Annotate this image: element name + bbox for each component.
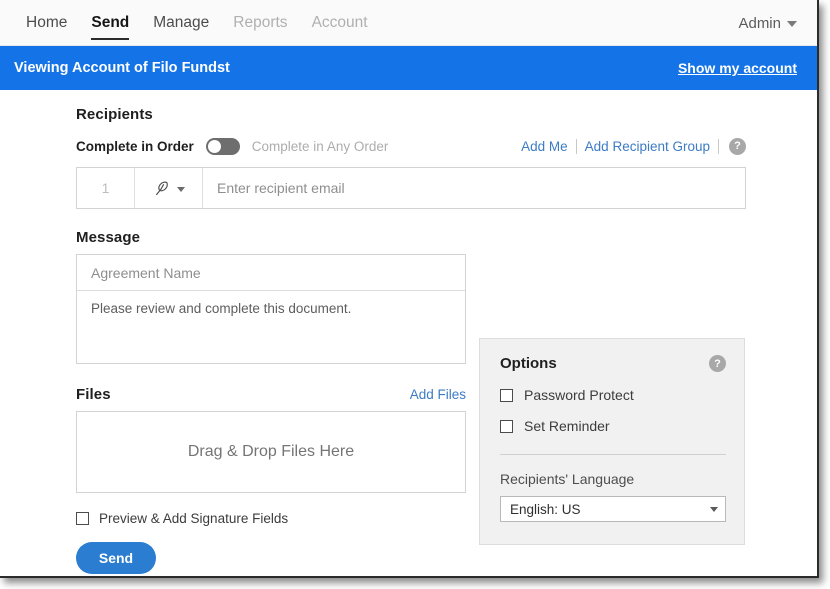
divider — [718, 138, 719, 154]
recipients-language-label: Recipients' Language — [500, 471, 635, 487]
add-recipient-group-link[interactable]: Add Recipient Group — [577, 139, 718, 154]
recipient-index: 1 — [77, 168, 135, 208]
recipients-order-row: Complete in Order Complete in Any Order … — [76, 133, 746, 159]
recipient-role-selector[interactable] — [135, 168, 203, 208]
message-section-title: Message — [76, 229, 141, 246]
set-reminder-label: Set Reminder — [524, 418, 610, 434]
set-reminder-checkbox[interactable] — [500, 419, 513, 433]
preview-checkbox[interactable] — [76, 512, 89, 525]
viewing-account-name: Filo Fundst — [151, 60, 230, 76]
main-content: Recipients Complete in Order Complete in… — [0, 90, 817, 574]
top-navigation-bar: Home Send Manage Reports Account Admin — [0, 0, 817, 46]
agreement-name-input[interactable] — [77, 255, 465, 291]
recipients-language-select[interactable]: English: US — [500, 496, 726, 522]
options-help-icon[interactable]: ? — [709, 355, 726, 372]
password-protect-label: Password Protect — [524, 387, 634, 403]
viewing-account-text: Viewing Account of Filo Fundst — [14, 60, 230, 76]
recipient-email-input[interactable] — [203, 168, 745, 208]
recipient-row: 1 — [76, 167, 746, 209]
admin-menu[interactable]: Admin — [738, 0, 797, 46]
nav-item-send-label: Send — [91, 13, 130, 31]
show-my-account-link[interactable]: Show my account — [678, 60, 803, 76]
files-section: Files Add Files Drag & Drop Files Here — [76, 386, 466, 493]
complete-in-order-label: Complete in Order — [76, 138, 194, 154]
chevron-down-icon — [787, 21, 797, 27]
password-protect-checkbox[interactable] — [500, 388, 513, 402]
toggle-knob — [207, 139, 221, 153]
set-reminder-row[interactable]: Set Reminder — [500, 418, 726, 434]
complete-any-order-label: Complete in Any Order — [251, 138, 389, 154]
nav-item-home[interactable]: Home — [14, 0, 79, 46]
nav-item-manage[interactable]: Manage — [141, 0, 221, 46]
preview-checkbox-label: Preview & Add Signature Fields — [99, 511, 289, 526]
viewing-account-prefix: Viewing Account of — [14, 60, 152, 76]
options-divider — [500, 454, 726, 455]
send-button[interactable]: Send — [76, 542, 156, 574]
viewing-account-banner: Viewing Account of Filo Fundst Show my a… — [0, 46, 817, 90]
options-title: Options — [500, 355, 557, 372]
add-files-link[interactable]: Add Files — [410, 387, 466, 402]
file-dropzone[interactable]: Drag & Drop Files Here — [76, 411, 466, 493]
nav-item-reports[interactable]: Reports — [221, 0, 299, 46]
recipients-help-icon[interactable]: ? — [729, 137, 746, 155]
recipients-language-value: English: US — [510, 501, 581, 517]
admin-menu-label: Admin — [738, 14, 781, 32]
nav-item-send[interactable]: Send — [79, 0, 141, 46]
chevron-down-icon — [176, 187, 185, 192]
message-box — [76, 254, 466, 364]
nav-item-account[interactable]: Account — [300, 0, 380, 46]
recipient-actions: Add Me Add Recipient Group ? — [513, 137, 746, 155]
password-protect-row[interactable]: Password Protect — [500, 387, 726, 403]
app-page: Home Send Manage Reports Account Admin V… — [0, 0, 819, 578]
files-section-title: Files — [76, 386, 111, 403]
complete-order-toggle[interactable] — [205, 137, 240, 155]
message-body-textarea[interactable] — [77, 291, 465, 363]
nav-item-reports-label: Reports — [233, 13, 288, 31]
signature-pen-icon — [155, 181, 168, 195]
options-header: Options ? — [500, 355, 726, 372]
add-me-link[interactable]: Add Me — [513, 139, 576, 154]
nav-item-home-label: Home — [26, 13, 68, 31]
options-panel: Options ? Password Protect Set Reminder … — [479, 338, 745, 545]
screenshot-root: Home Send Manage Reports Account Admin V… — [0, 0, 830, 589]
nav-item-account-label: Account — [311, 13, 368, 31]
chevron-down-icon — [710, 506, 718, 512]
recipients-section-title: Recipients — [76, 106, 153, 123]
nav-item-manage-label: Manage — [153, 13, 210, 31]
files-header: Files Add Files — [76, 386, 466, 403]
